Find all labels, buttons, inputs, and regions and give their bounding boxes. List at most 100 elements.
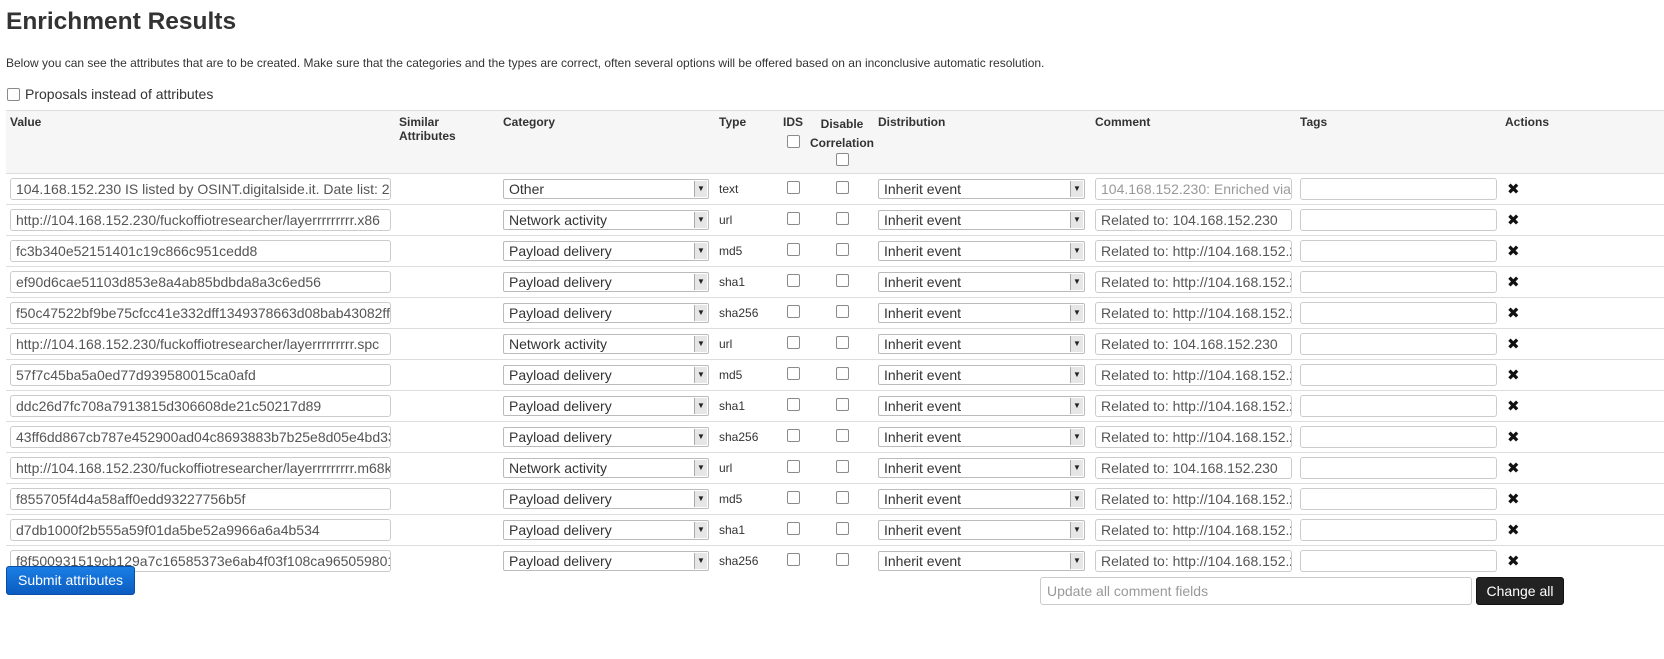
disable-correlation-checkbox[interactable] (835, 243, 849, 256)
disable-correlation-checkbox[interactable] (835, 274, 849, 287)
distribution-select[interactable]: Inherit event ▼ (878, 241, 1085, 261)
close-icon[interactable]: ✖ (1507, 181, 1520, 198)
category-select[interactable]: Payload delivery ▼ (503, 396, 709, 416)
comment-input[interactable]: Related to: http://104.168.152.23 (1095, 488, 1292, 510)
tags-input[interactable] (1300, 395, 1497, 417)
proposals-checkbox[interactable] (7, 87, 20, 101)
category-select[interactable]: Network activity ▼ (503, 334, 709, 354)
tags-input[interactable] (1300, 457, 1497, 479)
ids-checkbox[interactable] (786, 181, 800, 194)
comment-input[interactable]: Related to: http://104.168.152.23 (1095, 395, 1292, 417)
value-input[interactable]: ef90d6cae51103d853e8a4ab85bdbda8a3c6ed56 (10, 271, 391, 293)
ids-checkbox[interactable] (786, 212, 800, 225)
tags-input[interactable] (1300, 240, 1497, 262)
ids-checkbox[interactable] (786, 522, 800, 535)
category-select[interactable]: Payload delivery ▼ (503, 520, 709, 540)
comment-input[interactable]: Related to: http://104.168.152.23 (1095, 364, 1292, 386)
distribution-select[interactable]: Inherit event ▼ (878, 365, 1085, 385)
comment-input[interactable]: 104.168.152.230: Enriched via th (1095, 178, 1292, 200)
ids-checkbox[interactable] (786, 553, 800, 567)
distribution-select[interactable]: Inherit event ▼ (878, 179, 1085, 199)
category-select[interactable]: Payload delivery ▼ (503, 272, 709, 292)
disable-correlation-checkbox[interactable] (835, 429, 849, 442)
comment-input[interactable]: Related to: http://104.168.152.23 (1095, 302, 1292, 324)
disable-correlation-checkbox[interactable] (835, 522, 849, 535)
comment-input[interactable]: Related to: 104.168.152.230 (1095, 209, 1292, 231)
disable-correlation-checkbox[interactable] (835, 336, 849, 349)
close-icon[interactable]: ✖ (1507, 212, 1520, 229)
value-input[interactable]: 104.168.152.230 IS listed by OSINT.digit… (10, 178, 391, 200)
ids-checkbox[interactable] (786, 243, 800, 256)
category-select[interactable]: Network activity ▼ (503, 458, 709, 478)
update-comments-input[interactable]: Update all comment fields (1040, 577, 1472, 605)
disable-correlation-checkbox[interactable] (835, 491, 849, 504)
category-select[interactable]: Network activity ▼ (503, 210, 709, 230)
value-input[interactable]: ddc26d7fc708a7913815d306608de21c50217d89 (10, 395, 391, 417)
disable-correlation-checkbox[interactable] (835, 460, 849, 473)
tags-input[interactable] (1300, 519, 1497, 541)
comment-input[interactable]: Related to: http://104.168.152.23 (1095, 550, 1292, 573)
distribution-select[interactable]: Inherit event ▼ (878, 489, 1085, 509)
tags-input[interactable] (1300, 333, 1497, 355)
close-icon[interactable]: ✖ (1507, 429, 1520, 446)
disable-correlation-checkbox[interactable] (835, 305, 849, 318)
value-input[interactable]: 57f7c45ba5a0ed77d939580015ca0afd (10, 364, 391, 386)
tags-input[interactable] (1300, 550, 1497, 573)
close-icon[interactable]: ✖ (1507, 460, 1520, 477)
ids-checkbox[interactable] (786, 429, 800, 442)
proposals-toggle[interactable]: Proposals instead of attributes (7, 86, 213, 102)
category-select[interactable]: Other ▼ (503, 179, 709, 199)
distribution-select[interactable]: Inherit event ▼ (878, 458, 1085, 478)
ids-checkbox[interactable] (786, 398, 800, 411)
value-input[interactable]: fc3b340e52151401c19c866c951cedd8 (10, 240, 391, 262)
disable-correlation-checkbox[interactable] (835, 181, 849, 194)
change-all-button[interactable]: Change all (1476, 577, 1564, 605)
ids-checkbox[interactable] (786, 367, 800, 380)
tags-input[interactable] (1300, 271, 1497, 293)
close-icon[interactable]: ✖ (1507, 305, 1520, 322)
comment-input[interactable]: Related to: http://104.168.152.23 (1095, 519, 1292, 541)
value-input[interactable]: f50c47522bf9be75cfcc41e332dff1349378663d… (10, 302, 391, 324)
value-input[interactable]: http://104.168.152.230/fuckoffiotresearc… (10, 209, 391, 231)
ids-select-all-checkbox[interactable] (786, 135, 800, 148)
close-icon[interactable]: ✖ (1507, 398, 1520, 415)
distribution-select[interactable]: Inherit event ▼ (878, 520, 1085, 540)
distribution-select[interactable]: Inherit event ▼ (878, 334, 1085, 354)
category-select[interactable]: Payload delivery ▼ (503, 365, 709, 385)
ids-checkbox[interactable] (786, 491, 800, 504)
submit-attributes-button[interactable]: Submit attributes (6, 566, 136, 595)
comment-input[interactable]: Related to: http://104.168.152.23 (1095, 426, 1292, 448)
ids-checkbox[interactable] (786, 305, 800, 318)
tags-input[interactable] (1300, 488, 1497, 510)
distribution-select[interactable]: Inherit event ▼ (878, 427, 1085, 447)
category-select[interactable]: Payload delivery ▼ (503, 551, 709, 572)
category-select[interactable]: Payload delivery ▼ (503, 303, 709, 323)
tags-input[interactable] (1300, 302, 1497, 324)
ids-checkbox[interactable] (786, 460, 800, 473)
close-icon[interactable]: ✖ (1507, 274, 1520, 291)
distribution-select[interactable]: Inherit event ▼ (878, 303, 1085, 323)
close-icon[interactable]: ✖ (1507, 336, 1520, 353)
distribution-select[interactable]: Inherit event ▼ (878, 396, 1085, 416)
tags-input[interactable] (1300, 209, 1497, 231)
disable-correlation-select-all-checkbox[interactable] (835, 153, 849, 166)
tags-input[interactable] (1300, 426, 1497, 448)
category-select[interactable]: Payload delivery ▼ (503, 241, 709, 261)
close-icon[interactable]: ✖ (1507, 553, 1520, 570)
ids-checkbox[interactable] (786, 274, 800, 287)
value-input[interactable]: 43ff6dd867cb787e452900ad04c8693883b7b25e… (10, 426, 391, 448)
category-select[interactable]: Payload delivery ▼ (503, 427, 709, 447)
value-input[interactable]: f855705f4d4a58aff0edd93227756b5f (10, 488, 391, 510)
distribution-select[interactable]: Inherit event ▼ (878, 272, 1085, 292)
ids-checkbox[interactable] (786, 336, 800, 349)
close-icon[interactable]: ✖ (1507, 243, 1520, 260)
disable-correlation-checkbox[interactable] (835, 398, 849, 411)
category-select[interactable]: Payload delivery ▼ (503, 489, 709, 509)
close-icon[interactable]: ✖ (1507, 491, 1520, 508)
disable-correlation-checkbox[interactable] (835, 553, 849, 567)
tags-input[interactable] (1300, 178, 1497, 200)
close-icon[interactable]: ✖ (1507, 367, 1520, 384)
comment-input[interactable]: Related to: http://104.168.152.23 (1095, 240, 1292, 262)
distribution-select[interactable]: Inherit event ▼ (878, 210, 1085, 230)
disable-correlation-checkbox[interactable] (835, 212, 849, 225)
